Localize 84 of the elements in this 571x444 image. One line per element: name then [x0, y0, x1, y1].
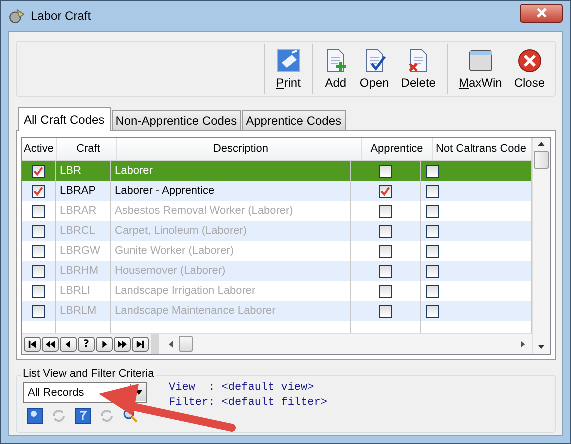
checkbox[interactable]: [32, 244, 45, 258]
view-text: View : <default view>: [169, 382, 316, 394]
checkbox[interactable]: [379, 304, 392, 318]
checkbox[interactable]: [426, 264, 439, 278]
tab[interactable]: Non-Apprentice Codes: [112, 110, 242, 130]
checkbox[interactable]: [379, 164, 392, 178]
navigation-button[interactable]: [24, 336, 41, 352]
checkbox[interactable]: [426, 304, 439, 318]
table-cell: Carpet, Linoleum (Laborer): [115, 225, 248, 237]
scroll-right-icon: [521, 340, 526, 348]
checkbox[interactable]: [379, 224, 392, 238]
table-row[interactable]: LBR Laborer: [22, 161, 532, 181]
checkbox[interactable]: [32, 224, 45, 238]
vertical-scrollbar[interactable]: [532, 138, 550, 354]
close-icon: [536, 8, 548, 18]
view-icon[interactable]: [27, 408, 43, 424]
last-icon: [135, 340, 146, 348]
checkbox[interactable]: [32, 184, 45, 198]
filter-text: Filter: <default filter>: [169, 397, 328, 409]
checkbox[interactable]: [379, 264, 392, 278]
table-cell: Landscape Maintenance Laborer: [115, 305, 276, 317]
column-header[interactable]: Description: [117, 138, 362, 160]
tab[interactable]: All Craft Codes: [18, 107, 111, 131]
scrollbar-thumb[interactable]: [179, 336, 193, 352]
checkbox[interactable]: [379, 284, 392, 298]
checkbox[interactable]: [426, 204, 439, 218]
table-cell: LBRAR: [60, 205, 97, 217]
help-button[interactable]: ?: [78, 336, 95, 352]
navigation-button[interactable]: [114, 336, 131, 352]
scroll-up-icon: [538, 142, 545, 147]
previous-icon: [45, 340, 56, 348]
table-cell: LBRHM: [60, 265, 99, 277]
checkbox[interactable]: [32, 284, 45, 298]
column-header[interactable]: Craft: [57, 138, 117, 160]
table-cell: LBRGW: [60, 245, 100, 257]
checkbox[interactable]: [32, 204, 45, 218]
checkbox[interactable]: [379, 244, 392, 258]
table-cell: Gunite Worker (Laborer): [115, 245, 234, 257]
table-cell: LBR: [60, 165, 82, 177]
scroll-left-icon: [169, 340, 174, 348]
toolbar-button[interactable]: Open: [354, 44, 396, 94]
toolbar-button[interactable]: Print: [270, 44, 307, 94]
checkbox[interactable]: [379, 184, 392, 198]
checkbox[interactable]: [426, 224, 439, 238]
checkbox[interactable]: [32, 164, 45, 178]
navigation-button[interactable]: [132, 336, 149, 352]
toolbar-button[interactable]: Add: [318, 44, 354, 94]
column-header[interactable]: Apprentice: [362, 138, 433, 160]
checkbox[interactable]: [426, 184, 439, 198]
close-icon: [518, 48, 542, 72]
table-cell: LBRLM: [60, 305, 97, 317]
close-button[interactable]: [520, 4, 563, 22]
column-header[interactable]: Active: [22, 138, 57, 160]
window-icon: [468, 48, 493, 72]
table-cell: Asbestos Removal Worker (Laborer): [115, 205, 294, 217]
first-icon: [27, 340, 38, 348]
next-icon: [117, 340, 128, 348]
toolbar-button[interactable]: Close: [508, 44, 551, 94]
tab[interactable]: Apprentice Codes: [242, 110, 346, 130]
table-cell: LBRLI: [60, 285, 91, 297]
table-cell: LBRCL: [60, 225, 96, 237]
checkbox[interactable]: [32, 304, 45, 318]
navigation-button[interactable]: [96, 336, 113, 352]
horizontal-scrollbar[interactable]: [151, 334, 532, 354]
navigation-button[interactable]: [60, 336, 77, 352]
checkbox[interactable]: [426, 244, 439, 258]
checkbox[interactable]: [379, 204, 392, 218]
checkbox[interactable]: [426, 164, 439, 178]
checkbox[interactable]: [426, 284, 439, 298]
checkbox[interactable]: [32, 264, 45, 278]
app-icon: [8, 8, 25, 24]
window-title: Labor Craft: [31, 9, 92, 23]
table-cell: Laborer - Apprentice: [115, 185, 215, 197]
print-icon: [276, 48, 301, 72]
table-cell: Landscape Irrigation Laborer: [115, 285, 256, 297]
toolbar-button[interactable]: MaxWin: [452, 44, 508, 94]
scrollbar-thumb[interactable]: [534, 151, 549, 169]
navigation-button[interactable]: [42, 336, 59, 352]
scroll-down-icon: [538, 345, 545, 350]
table-cell: Laborer: [115, 165, 153, 177]
toolbar-button[interactable]: Delete: [395, 44, 442, 94]
table-row[interactable]: LBRAP Laborer - Apprentice: [22, 181, 532, 201]
table-cell: Housemover (Laborer): [115, 265, 226, 277]
table-cell: LBRAP: [60, 185, 96, 197]
